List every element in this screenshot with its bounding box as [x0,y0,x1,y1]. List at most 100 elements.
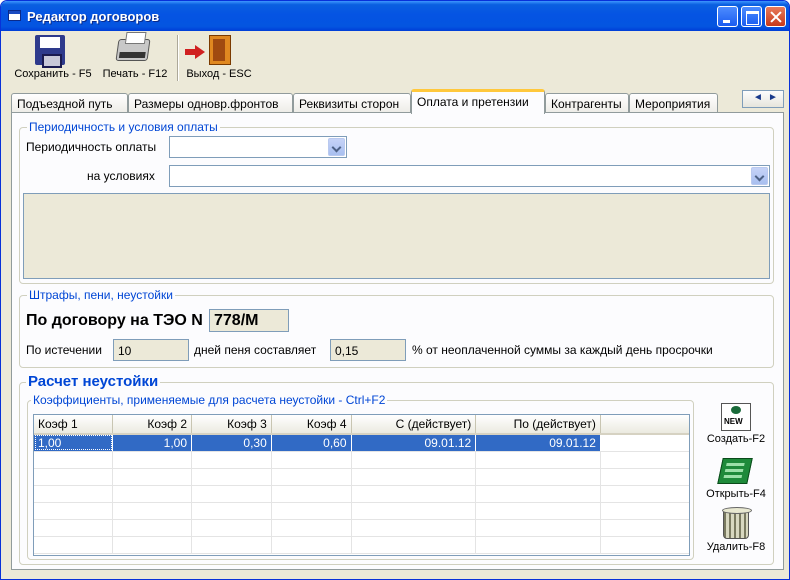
table-cell [600,434,689,452]
open-book-icon [717,458,753,484]
print-button[interactable]: Печать - F12 [99,33,171,83]
exit-door-icon [209,35,231,65]
col-coef2[interactable]: Коэф 2 [112,415,193,435]
table-row[interactable]: 1,00 1,00 0,30 0,60 09.01.12 09.01.12 [34,434,689,452]
delete-label: Удалить-F8 [706,541,766,553]
col-coef3[interactable]: Коэф 3 [191,415,272,435]
periodicity-select[interactable] [169,136,347,158]
table-cell [351,451,477,469]
days-field[interactable]: 10 [113,339,189,361]
trash-bin-icon [722,507,752,539]
table-cell [475,468,601,486]
rate-field[interactable]: 0,15 [330,339,406,361]
table-row[interactable] [34,536,689,554]
table-cell [351,519,477,537]
table-cell [112,519,193,537]
minimize-button[interactable] [717,6,738,27]
table-cell [34,519,114,537]
tab-party-details[interactable]: Реквизиты сторон [293,93,411,114]
table-cell [475,519,601,537]
tab-counterparties[interactable]: Контрагенты [545,93,629,114]
coef-grid[interactable]: Коэф 1 Коэф 2 Коэф 3 Коэф 4 С (действует… [33,414,690,556]
table-cell [600,502,689,520]
contract-editor-window: Редактор договоров Сохранить - F5 Печать… [0,0,790,580]
coef-group-title: Коэффициенты, применяемые для расчета не… [31,393,388,407]
tab-scroll-left-icon[interactable]: ◄ [753,92,763,103]
window-title: Редактор договоров [27,9,160,24]
exit-button[interactable]: Выход - ESC [183,33,255,83]
table-row[interactable] [34,485,689,503]
table-cell [191,519,272,537]
table-cell [271,451,352,469]
table-cell [191,485,272,503]
tab-scroll-buttons[interactable]: ◄ ► [742,90,784,108]
new-badge: NEW [724,417,743,426]
coef-header-row: Коэф 1 Коэф 2 Коэф 3 Коэф 4 С (действует… [34,415,689,435]
payment-group-title: Периодичность и условия оплаты [27,120,220,134]
table-cell [112,536,193,554]
print-label: Печать - F12 [102,68,168,80]
col-valid-to[interactable]: По (действует) [475,415,601,435]
table-row[interactable] [34,519,689,537]
table-cell [351,502,477,520]
table-cell [191,451,272,469]
table-cell [600,468,689,486]
table-cell [271,485,352,503]
table-cell [351,485,477,503]
rate-suffix-label: % от неоплаченной суммы за каждый день п… [412,343,713,357]
conditions-memo[interactable] [23,193,770,279]
table-row[interactable] [34,451,689,469]
table-cell [271,502,352,520]
table-cell [191,536,272,554]
exit-arrow-icon [185,45,205,59]
table-cell [600,536,689,554]
save-button[interactable]: Сохранить - F5 [11,33,95,83]
save-label: Сохранить - F5 [14,68,92,80]
coef-table: Коэф 1 Коэф 2 Коэф 3 Коэф 4 С (действует… [34,415,689,554]
table-cell: 0,30 [191,434,272,452]
tab-scroll-right-icon[interactable]: ► [768,92,778,103]
close-button[interactable] [765,6,786,27]
tab-payment-claims[interactable]: Оплата и претензии [411,89,545,114]
col-coef1[interactable]: Коэф 1 [34,415,114,435]
table-cell: 0,60 [271,434,352,452]
table-row[interactable] [34,502,689,520]
contract-number-field: 778/М [209,309,289,332]
tab-front-sizes[interactable]: Размеры одновр.фронтов [128,93,293,114]
table-cell [112,502,193,520]
table-cell [475,536,601,554]
col-coef4[interactable]: Коэф 4 [271,415,352,435]
conditions-select[interactable] [169,165,770,187]
table-cell [351,536,477,554]
chevron-down-icon[interactable] [328,138,345,156]
delete-button[interactable]: Удалить-F8 [701,507,771,557]
tab-measures[interactable]: Мероприятия [629,93,718,114]
periodicity-label: Периодичность оплаты [26,140,157,154]
table-cell [475,451,601,469]
table-cell: 09.01.12 [475,434,601,452]
title-bar[interactable]: Редактор договоров [1,1,789,31]
exit-label: Выход - ESC [186,68,252,80]
table-cell [112,485,193,503]
maximize-button[interactable] [741,6,762,27]
col-filler [600,415,689,435]
after-label: По истечении [26,343,102,357]
open-button[interactable]: Открыть-F4 [701,456,771,504]
table-cell [600,485,689,503]
col-valid-from[interactable]: С (действует) [351,415,477,435]
toolbar-separator [177,35,179,81]
calc-title: Расчет неустойки [26,373,161,390]
table-cell [191,468,272,486]
table-cell [475,485,601,503]
table-cell [191,502,272,520]
chevron-down-icon[interactable] [751,167,768,185]
create-button[interactable]: NEW Создать-F2 [701,401,771,449]
window-app-icon [8,10,21,21]
open-label: Открыть-F4 [706,488,766,500]
table-cell [271,519,352,537]
penalties-group-title: Штрафы, пени, неустойки [27,288,175,302]
printer-icon [115,39,151,61]
tab-access-track[interactable]: Подъездной путь [11,93,128,114]
table-cell: 1,00 [34,434,114,452]
table-row[interactable] [34,468,689,486]
